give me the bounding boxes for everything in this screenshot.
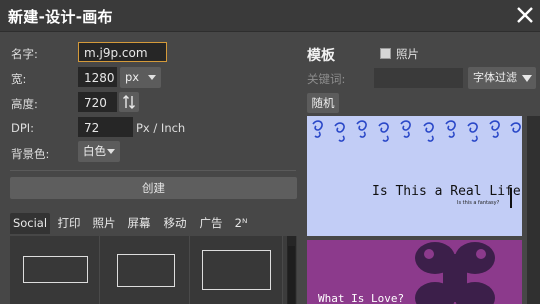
templates-title: 模板 <box>307 48 335 64</box>
preset-frame <box>117 254 175 287</box>
template-scrollbar[interactable] <box>527 116 540 304</box>
dpi-input[interactable]: 72 <box>78 117 133 137</box>
chevron-down-icon <box>107 149 115 154</box>
name-label: 名字: <box>11 47 38 61</box>
width-label: 宽: <box>11 72 27 86</box>
template-title: Is This a Real Life? <box>372 184 522 199</box>
dpi-unit-label: Px / Inch <box>136 121 186 135</box>
unit-dropdown[interactable]: px <box>120 67 161 88</box>
chevron-down-icon <box>148 75 156 80</box>
template-subtitle: Is this a fantasy? <box>457 200 500 206</box>
window-title: 新建-设计-画布 <box>8 8 113 26</box>
preset-frame <box>202 250 271 290</box>
tab-print[interactable]: 打印 <box>54 213 84 234</box>
photo-checkbox-label: 照片 <box>396 47 419 61</box>
preset-scrollbar-thumb[interactable] <box>288 246 295 304</box>
tab-photo[interactable]: 照片 <box>89 213 119 234</box>
preset-thumbnail-list <box>10 236 297 304</box>
close-icon[interactable] <box>514 4 536 26</box>
divider <box>10 170 296 171</box>
dpi-label: DPI: <box>11 121 35 135</box>
height-input[interactable]: 720 <box>78 92 117 112</box>
template-card[interactable]: What Is Love? <box>307 240 522 304</box>
tab-screen[interactable]: 屏幕 <box>124 213 154 234</box>
preset-thumbnail[interactable] <box>190 236 283 304</box>
preset-thumbnail[interactable] <box>10 236 100 304</box>
font-filter-dropdown[interactable]: 字体过滤 <box>468 67 536 89</box>
font-filter-label: 字体过滤 <box>473 71 517 84</box>
height-label: 高度: <box>11 97 38 111</box>
tab-ads[interactable]: 广告 <box>196 213 226 234</box>
swirl-pattern <box>312 120 521 142</box>
background-label: 背景色: <box>11 147 50 161</box>
unit-value: px <box>125 70 140 84</box>
tab-mobile[interactable]: 移动 <box>160 213 190 234</box>
background-value: 白色 <box>83 144 106 158</box>
chevron-down-icon <box>522 75 532 82</box>
preset-tabs: Social 打印 照片 屏幕 移动 广告 2ᴺ <box>10 213 296 235</box>
create-button[interactable]: 创建 <box>10 177 297 199</box>
name-input[interactable]: m.j9p.com <box>78 42 167 62</box>
swap-dimensions-button[interactable] <box>119 92 139 112</box>
keyword-label: 关键词: <box>307 72 346 86</box>
preset-thumbnail[interactable] <box>100 236 190 304</box>
template-title: What Is Love? <box>318 292 405 304</box>
template-card[interactable]: Is This a Real Life? Is this a fantasy? <box>307 116 522 236</box>
title-bar: 新建-设计-画布 <box>0 0 540 32</box>
cursor-bar <box>510 188 512 208</box>
preset-frame <box>23 256 88 283</box>
swap-dimensions-icon <box>123 95 135 109</box>
width-input[interactable]: 1280 <box>78 67 117 87</box>
keyword-input[interactable] <box>374 68 463 88</box>
random-button[interactable]: 随机 <box>307 93 339 113</box>
tab-social[interactable]: Social <box>10 213 50 234</box>
photo-checkbox[interactable] <box>380 48 391 59</box>
template-gallery: Is This a Real Life? Is this a fantasy? … <box>307 116 522 304</box>
background-dropdown[interactable]: 白色 <box>78 141 120 162</box>
tab-power-of-two[interactable]: 2ᴺ <box>230 213 252 234</box>
